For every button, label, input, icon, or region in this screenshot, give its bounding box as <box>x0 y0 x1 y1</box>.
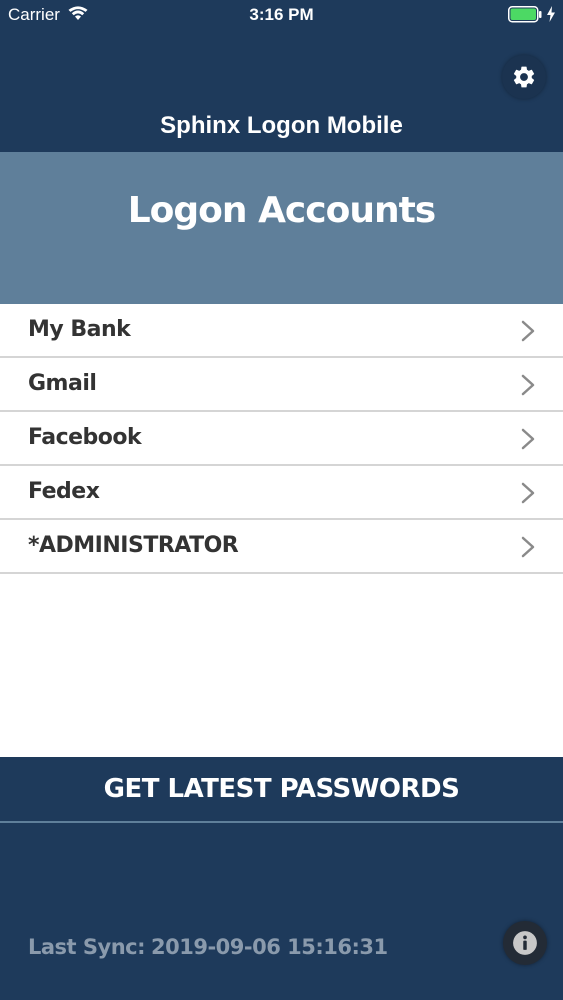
gear-icon <box>513 66 535 88</box>
last-sync-label: Last Sync: <box>28 935 146 959</box>
app-header: Carrier 3:16 PM Sphinx Logon Mobile <box>0 0 563 152</box>
chevron-right-icon <box>521 536 535 558</box>
account-label: Gmail <box>28 371 97 396</box>
section-title: Logon Accounts <box>127 190 437 231</box>
footer: GET LATEST PASSWORDS Last Sync: 2019-09-0… <box>0 757 563 1000</box>
account-item-my-bank[interactable]: My Bank <box>0 304 563 358</box>
section-banner: Logon Accounts <box>0 152 563 304</box>
account-item-fedex[interactable]: Fedex <box>0 466 563 520</box>
account-label: Facebook <box>28 425 142 450</box>
chevron-right-icon <box>521 374 535 396</box>
chevron-right-icon <box>521 320 535 342</box>
charging-bolt-icon <box>547 6 555 22</box>
info-icon <box>513 931 537 955</box>
account-item-gmail[interactable]: Gmail <box>0 358 563 412</box>
account-label: *ADMINISTRATOR <box>28 533 239 558</box>
app-title: Sphinx Logon Mobile <box>160 112 403 139</box>
account-label: Fedex <box>28 479 100 504</box>
last-sync-text: Last Sync: 2019-09-06 15:16:31 <box>28 935 394 959</box>
get-latest-passwords-button[interactable]: GET LATEST PASSWORDS <box>0 757 563 823</box>
account-label: My Bank <box>28 317 131 342</box>
chevron-right-icon <box>521 482 535 504</box>
status-bar: Carrier 3:16 PM <box>0 0 563 30</box>
status-time: 3:16 PM <box>249 5 314 24</box>
settings-button[interactable] <box>502 55 546 99</box>
info-button[interactable] <box>503 921 547 965</box>
battery-icon <box>508 6 542 23</box>
account-item-administrator[interactable]: *ADMINISTRATOR <box>0 520 563 574</box>
chevron-right-icon <box>521 428 535 450</box>
account-list: My Bank Gmail Facebook Fedex *ADMINISTRA… <box>0 304 563 574</box>
last-sync-value: 2019-09-06 15:16:31 <box>151 935 388 959</box>
account-item-facebook[interactable]: Facebook <box>0 412 563 466</box>
